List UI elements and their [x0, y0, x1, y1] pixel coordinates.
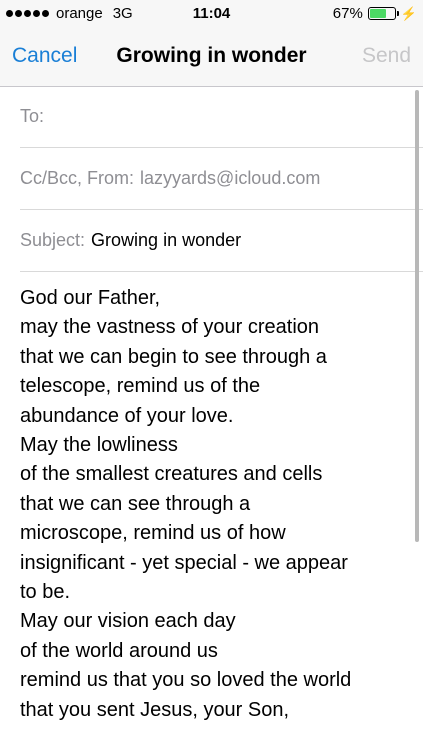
page-title: Growing in wonder: [116, 44, 307, 67]
message-body-line: to be.: [20, 581, 71, 604]
from-address: lazyyards@icloud.com: [140, 168, 321, 188]
message-body-line: remind us that you so loved the world: [20, 669, 352, 692]
battery-percent: 67%: [332, 5, 363, 22]
message-body[interactable]: God our Father, may the vastness of your …: [20, 284, 415, 725]
status-right: 67% ⚡: [333, 5, 417, 22]
message-body-line: telescope, remind us of the: [20, 375, 261, 398]
message-body-line: that we can see through a: [20, 492, 251, 515]
subject-label: Subject:: [20, 230, 86, 250]
message-body-line: microscope, remind us of how: [20, 522, 286, 545]
subject-value: Growing in wonder: [91, 230, 242, 250]
subject-field[interactable]: Subject: Growing in wonder: [20, 210, 423, 272]
to-label: To:: [20, 106, 45, 126]
battery-icon: [367, 7, 399, 20]
send-button[interactable]: Send: [362, 44, 411, 68]
status-bar: orange 3G 11:04 67% ⚡: [0, 0, 423, 28]
message-body-line: God our Father,: [20, 287, 161, 309]
message-body-line: May our vision each day: [20, 610, 236, 633]
message-body-line: of the smallest creatures and cells: [20, 463, 323, 486]
cc-bcc-from-label: Cc/Bcc, From:: [20, 168, 135, 188]
message-body-line: of the world around us: [20, 639, 218, 662]
scroll-indicator: [415, 90, 419, 542]
cc-bcc-from-field[interactable]: Cc/Bcc, From: lazyyards@icloud.com: [20, 148, 423, 210]
message-body-line: that you sent Jesus, your Son,: [20, 698, 290, 721]
message-body-line: may the vastness of your creation: [20, 316, 320, 339]
message-body-line: that we can begin to see through a: [20, 345, 327, 368]
to-field[interactable]: To:: [20, 86, 423, 148]
charging-icon: ⚡: [400, 5, 417, 21]
message-body-line: insignificant - yet special - we appear: [20, 551, 348, 574]
message-body-line: abundance of your love.: [20, 404, 234, 427]
message-body-line: May the lowliness: [20, 434, 178, 457]
navigation-bar: Cancel Growing in wonder Send: [0, 28, 423, 87]
